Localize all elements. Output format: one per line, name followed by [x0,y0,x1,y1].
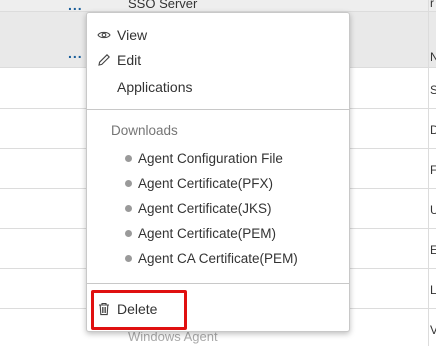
row-actions-button[interactable]: ... [68,46,83,60]
menu-divider [87,109,349,110]
trash-icon [97,302,111,316]
download-item[interactable]: Agent Certificate(PFX) [125,174,273,192]
bullet-icon [125,204,132,212]
row-cell: V [430,323,436,337]
view-label: View [117,27,148,43]
applications-menu-item[interactable]: Applications [117,77,193,97]
download-item[interactable]: Agent Certificate(JKS) [125,199,272,217]
bullet-icon [125,179,132,187]
row-cell: r [430,0,434,10]
menu-divider [87,283,349,284]
bullet-icon [125,154,132,162]
row-cell: U [430,203,436,217]
view-menu-item[interactable]: View [97,25,147,45]
pencil-icon [97,53,111,67]
download-label: Agent Configuration File [138,150,283,166]
download-item[interactable]: Agent Certificate(PEM) [125,224,276,242]
row-cell: D [430,123,436,137]
column-divider [428,0,429,346]
edit-label: Edit [117,52,142,68]
bullet-icon [125,229,132,237]
row-cell: S [430,83,436,97]
delete-label: Delete [117,301,158,317]
row-cell: N [430,50,436,64]
row-cell: F [430,163,436,177]
download-item[interactable]: Agent CA Certificate(PEM) [125,249,298,267]
downloads-section-label: Downloads [111,123,178,138]
delete-menu-item[interactable]: Delete [97,299,157,319]
row-cell: L [430,283,436,297]
bullet-icon [125,254,132,262]
download-label: Agent Certificate(PEM) [138,225,277,241]
table-row: ... SSO Server r [0,0,436,12]
download-item[interactable]: Agent Configuration File [125,149,283,167]
row-cell: E [430,243,436,257]
edit-menu-item[interactable]: Edit [97,50,141,70]
row-name: SSO Server [128,0,198,11]
row-actions-menu: View Edit Applications Downloads Agent C… [86,12,350,332]
row-actions-button[interactable]: ... [68,0,83,12]
download-label: Agent CA Certificate(PEM) [138,250,298,266]
applications-label: Applications [117,79,193,95]
download-label: Agent Certificate(PFX) [138,175,274,191]
download-label: Agent Certificate(JKS) [138,200,272,216]
eye-icon [97,28,111,42]
